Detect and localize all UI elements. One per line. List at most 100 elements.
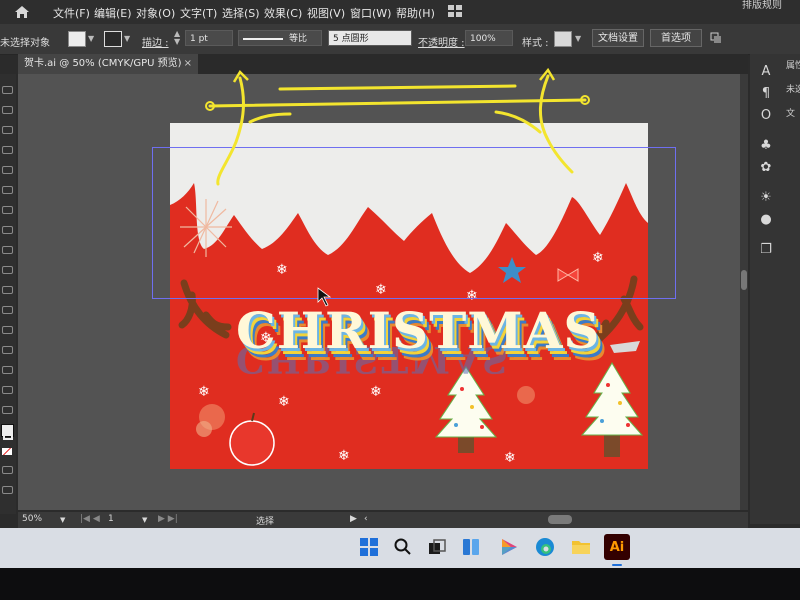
media-player-icon[interactable] [496, 534, 522, 560]
chevron-down-icon[interactable]: ▼ [142, 516, 147, 524]
stroke-color-icon[interactable] [3, 430, 13, 440]
workspace-grid-icon[interactable] [448, 5, 462, 17]
menu-select[interactable]: 选择(S) [222, 5, 260, 21]
direct-selection-tool-icon[interactable] [2, 106, 13, 114]
snowflake-icon: ❄ [504, 450, 516, 466]
artboard-number-field[interactable]: 1 [108, 514, 114, 524]
rotate-tool-icon[interactable] [2, 286, 13, 294]
character-panel-icon[interactable]: A [758, 64, 774, 80]
paragraph-panel-icon[interactable]: ¶ [758, 86, 774, 102]
windows-start-icon[interactable] [356, 534, 382, 560]
home-icon[interactable] [14, 5, 30, 19]
document-tab-title: 贺卡.ai @ 50% (CMYK/GPU 预览) [24, 58, 182, 69]
status-bar: 50% ▼ |◀ ◀ 1 ▼ ▶ ▶| 选择 ▶ ‹ [18, 512, 748, 528]
opentype-panel-icon[interactable]: O [758, 108, 774, 124]
eraser-tool-icon[interactable] [2, 266, 13, 274]
horizontal-scroll-thumb[interactable] [548, 515, 572, 524]
document-tab[interactable]: 贺卡.ai @ 50% (CMYK/GPU 预览) × [18, 54, 198, 74]
menu-window[interactable]: 窗口(W) [350, 5, 391, 21]
task-view-icon[interactable] [424, 534, 450, 560]
christmas-title[interactable]: CHRISTMAS [236, 301, 601, 360]
layers-icon[interactable]: ❐ [758, 242, 774, 258]
snowflake-icon: ❄ [370, 384, 382, 400]
brush-tool-icon[interactable] [2, 166, 13, 174]
next-artboard-icon[interactable]: ▶ ▶| [158, 514, 178, 524]
stroke-swatch[interactable] [104, 31, 122, 47]
scroll-left-icon[interactable]: ‹ [364, 514, 368, 524]
christmas-title-text: CHRISTMAS [236, 301, 601, 360]
stroke-profile-label: 等比 [289, 34, 308, 44]
screen-mode-icon[interactable] [2, 486, 13, 494]
gradient-tool-icon[interactable] [2, 366, 13, 374]
style-swatch[interactable] [554, 31, 572, 47]
menu-help[interactable]: 帮助(H) [396, 5, 435, 21]
chevron-down-icon[interactable]: ▼ [88, 34, 94, 43]
edge-icon[interactable] [532, 534, 558, 560]
close-icon[interactable]: × [184, 54, 192, 74]
eyedropper-tool-icon[interactable] [2, 386, 13, 394]
menu-view[interactable]: 视图(V) [307, 5, 345, 21]
vertical-scrollbar[interactable] [740, 74, 748, 510]
menu-effect[interactable]: 效果(C) [264, 5, 302, 21]
hand-tool-icon[interactable] [2, 406, 13, 414]
opacity-label[interactable]: 不透明度 : [418, 34, 465, 49]
zoom-field[interactable]: 50% [22, 514, 42, 524]
illustrator-icon[interactable]: Ai [604, 534, 630, 560]
chevron-down-icon[interactable]: ▼ [60, 516, 65, 524]
width-tool-icon[interactable] [2, 326, 13, 334]
chevron-down-icon[interactable]: ▼ [124, 34, 130, 43]
windows-taskbar: Ai [0, 528, 800, 568]
line-tool-icon[interactable] [2, 206, 13, 214]
stroke-label[interactable]: 描边 : [142, 34, 169, 49]
status-menu-icon[interactable]: ▶ [350, 514, 357, 524]
pencil-tool-icon[interactable] [2, 246, 13, 254]
selection-tool-icon[interactable] [2, 86, 13, 94]
artboard[interactable]: ❄ ❄ ❄ ❄ ❄ ❄ ❄ ❄ ❄ ❄ [170, 123, 648, 469]
right-panel-strip: A ¶ O ♣ ✿ ☀ ● ❐ 属性 未选 文 [750, 54, 800, 524]
control-bar: 未选择对象 ▼ ▼ 描边 : ▲ ▼ 1 pt 等比 5 点圆形 不透明度 : 1… [0, 24, 800, 55]
properties-panel-title[interactable]: 属性 [786, 58, 800, 71]
menu-object[interactable]: 对象(O) [136, 5, 175, 21]
shape-builder-tool-icon[interactable] [2, 346, 13, 354]
widgets-icon[interactable] [458, 534, 484, 560]
fill-swatch[interactable] [68, 31, 86, 47]
stroke-weight-field[interactable]: 1 pt [185, 30, 233, 46]
scale-tool-icon[interactable] [2, 306, 13, 314]
ribbon-scrap [610, 341, 640, 353]
rectangle-tool-icon[interactable] [2, 226, 13, 234]
pen-tool-icon[interactable] [2, 126, 13, 134]
menu-edit[interactable]: 编辑(E) [94, 5, 132, 21]
first-artboard-icon[interactable]: |◀ ◀ [80, 514, 100, 524]
type-tool-icon[interactable] [2, 186, 13, 194]
menu-type[interactable]: 文字(T) [180, 5, 217, 21]
stroke-line-preview [243, 38, 283, 40]
snowflake-icon: ❄ [198, 384, 210, 400]
file-explorer-icon[interactable] [568, 534, 594, 560]
draw-mode-icon[interactable] [2, 466, 13, 474]
transparency-icon[interactable]: ● [758, 212, 774, 228]
brush-field[interactable]: 5 点圆形 [328, 30, 412, 46]
menu-file[interactable]: 文件(F) [53, 5, 90, 21]
search-icon[interactable] [390, 534, 416, 560]
snowflake-icon: ❄ [375, 282, 387, 298]
apple [229, 420, 275, 466]
stepper-icon[interactable]: ▲ ▼ [174, 30, 180, 46]
none-color-icon[interactable] [2, 448, 12, 455]
arrange-icon[interactable] [710, 32, 722, 44]
appearance-icon[interactable]: ☀ [758, 190, 774, 206]
scrollbar-thumb[interactable] [741, 270, 747, 290]
screen: 文件(F) 编辑(E) 对象(O) 文字(T) 选择(S) 效果(C) 视图(V… [0, 0, 800, 568]
snowflake-icon: ❄ [338, 448, 350, 464]
stroke-profile-field[interactable]: 等比 [238, 30, 322, 46]
preferences-button[interactable]: 首选项 [650, 29, 702, 47]
menu-bar: 文件(F) 编辑(E) 对象(O) 文字(T) 选择(S) 效果(C) 视图(V… [0, 0, 800, 24]
symbols-icon[interactable]: ✿ [758, 160, 774, 176]
graphic-styles-icon[interactable]: ♣ [758, 138, 774, 154]
tools-panel [0, 74, 16, 514]
opacity-field[interactable]: 100% [465, 30, 513, 46]
curvature-tool-icon[interactable] [2, 146, 13, 154]
chevron-down-icon[interactable]: ▼ [575, 34, 581, 43]
workspace-label[interactable]: 排版规则 [742, 0, 782, 11]
selection-state: 未选择对象 [0, 38, 50, 49]
document-settings-button[interactable]: 文档设置 [592, 29, 644, 47]
